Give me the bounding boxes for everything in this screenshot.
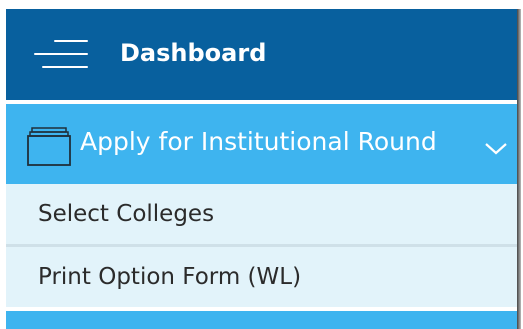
hamburger-bar bbox=[54, 40, 88, 42]
submenu-item-label: Select Colleges bbox=[38, 201, 215, 227]
panel-edge bbox=[517, 9, 521, 329]
hamburger-icon[interactable] bbox=[34, 37, 90, 71]
submenu-item-print-option-form[interactable]: Print Option Form (WL) bbox=[6, 247, 517, 307]
sidebar-header: Dashboard bbox=[6, 9, 517, 100]
chevron-down-icon[interactable] bbox=[484, 142, 508, 156]
hamburger-bar bbox=[42, 66, 88, 68]
hamburger-bar bbox=[34, 53, 88, 55]
submenu-item-label: Print Option Form (WL) bbox=[38, 264, 302, 290]
sidebar-menu: Dashboard Apply for Institutional Round … bbox=[6, 9, 517, 329]
submenu-item-select-colleges[interactable]: Select Colleges bbox=[6, 184, 517, 244]
dashboard-link[interactable]: Dashboard bbox=[120, 36, 266, 70]
menu-item-next[interactable] bbox=[6, 311, 517, 329]
menu-item-apply-institutional-round[interactable]: Apply for Institutional Round bbox=[6, 104, 517, 184]
menu-item-label: Apply for Institutional Round bbox=[80, 127, 437, 156]
folder-icon bbox=[27, 127, 71, 166]
